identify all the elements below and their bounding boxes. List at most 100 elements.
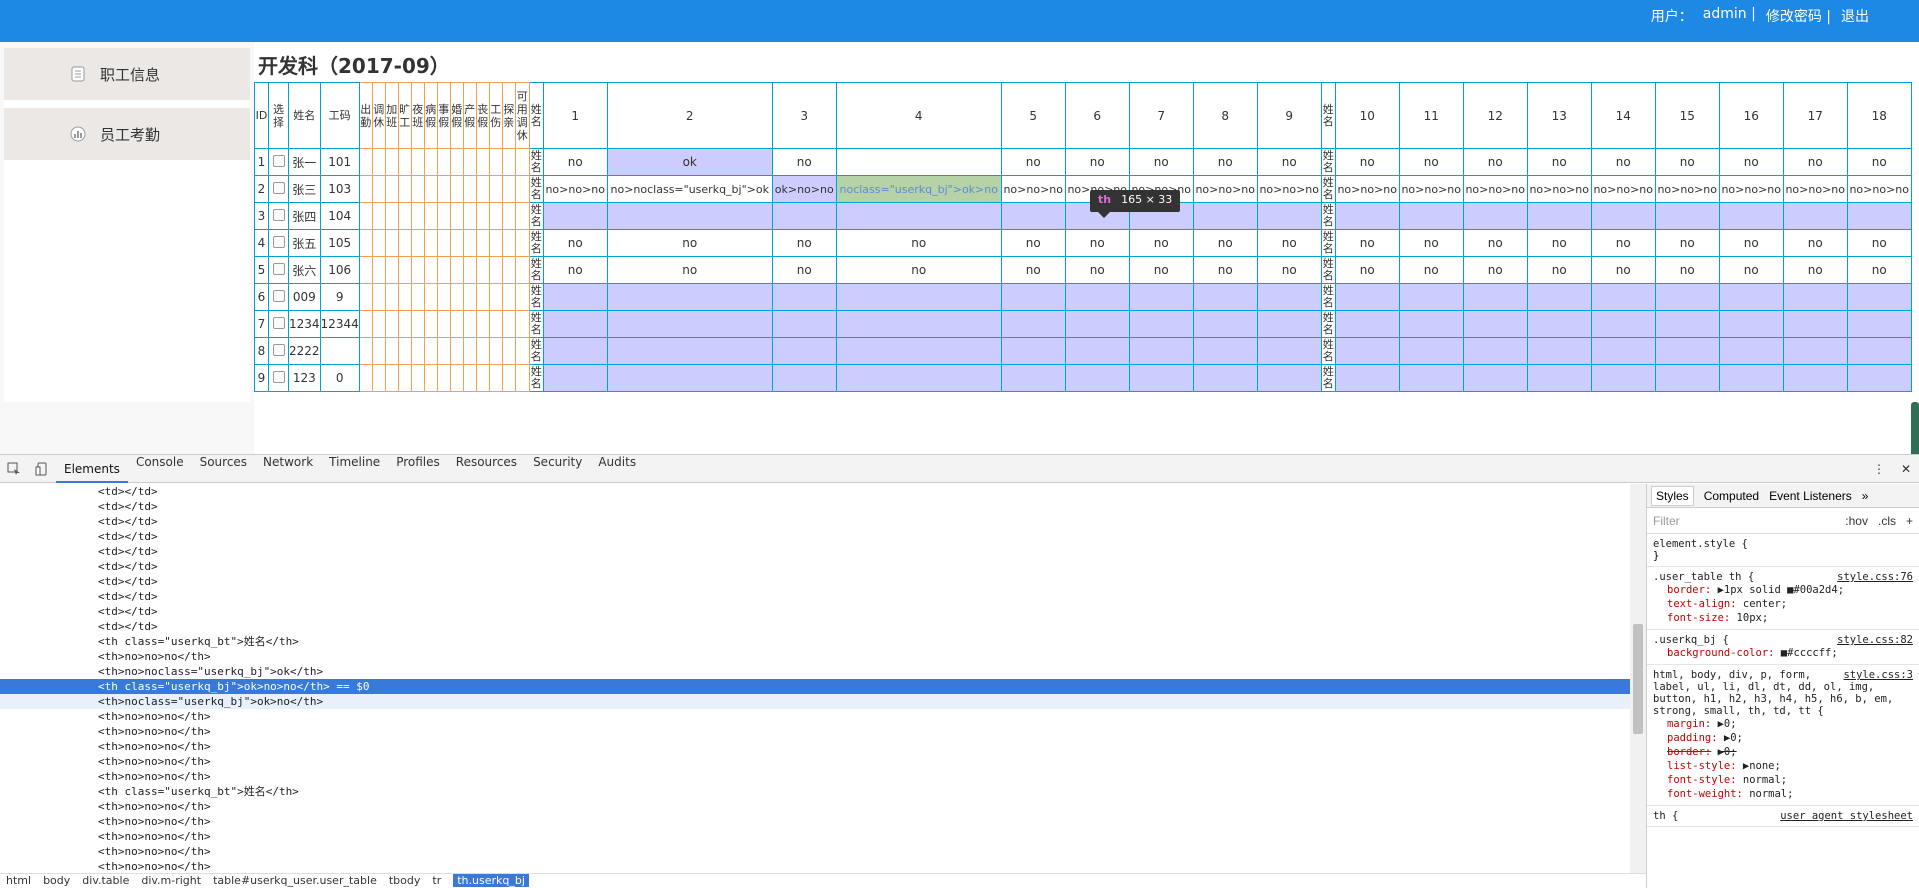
row-checkbox[interactable] xyxy=(272,208,285,221)
day-cell[interactable] xyxy=(606,283,773,311)
day-cell[interactable] xyxy=(1256,202,1322,230)
rule-source-link[interactable]: style.css:3 xyxy=(1843,669,1913,681)
day-cell[interactable] xyxy=(1000,364,1066,392)
logout-link[interactable]: 退出 xyxy=(1841,6,1869,26)
day-cell[interactable]: no>no>no xyxy=(1718,175,1784,203)
day-cell[interactable] xyxy=(542,337,608,365)
dom-node-line[interactable]: <th>no>no>no</th> xyxy=(0,769,1630,784)
dom-node-line[interactable]: <th>no>no>no</th> xyxy=(0,724,1630,739)
day-cell[interactable] xyxy=(1256,337,1322,365)
day-cell[interactable] xyxy=(1654,202,1720,230)
day-cell[interactable] xyxy=(1064,283,1130,311)
scrollbar-thumb[interactable] xyxy=(1633,624,1643,734)
dom-node-line[interactable]: <th>no>no>no</th> xyxy=(0,844,1630,859)
sidebar-item-staff-info[interactable]: 职工信息 xyxy=(4,48,250,100)
day-cell[interactable] xyxy=(1398,337,1464,365)
day-cell[interactable]: no xyxy=(1398,148,1464,176)
day-cell[interactable]: no xyxy=(1256,229,1322,257)
css-property[interactable]: padding: ▶0; xyxy=(1653,731,1913,745)
day-cell[interactable]: no>no>no xyxy=(542,175,608,203)
day-cell[interactable] xyxy=(1064,337,1130,365)
day-cell[interactable]: no xyxy=(1192,256,1258,284)
day-cell[interactable] xyxy=(1590,364,1656,392)
day-cell[interactable]: no xyxy=(771,148,837,176)
dom-node-line[interactable]: <td></td> xyxy=(0,574,1630,589)
sidebar-item-attendance[interactable]: 员工考勤 xyxy=(4,108,250,160)
day-cell[interactable] xyxy=(542,283,608,311)
row-checkbox[interactable] xyxy=(272,235,285,248)
day-cell[interactable]: no xyxy=(1526,256,1592,284)
day-cell[interactable]: no xyxy=(1128,256,1194,284)
tab-resources[interactable]: Resources xyxy=(448,455,525,483)
dom-node-line[interactable]: <td></td> xyxy=(0,619,1630,634)
dom-node-line[interactable]: <td></td> xyxy=(0,559,1630,574)
day-cell[interactable]: no xyxy=(1462,229,1528,257)
day-cell[interactable]: no xyxy=(1526,148,1592,176)
day-cell[interactable]: no xyxy=(1590,148,1656,176)
day-cell[interactable] xyxy=(1000,202,1066,230)
dom-node-line[interactable]: <td></td> xyxy=(0,499,1630,514)
day-cell[interactable]: no xyxy=(835,229,1002,257)
day-cell[interactable] xyxy=(1782,283,1848,311)
day-cell[interactable] xyxy=(1334,337,1400,365)
css-property[interactable]: font-style: normal; xyxy=(1653,773,1913,787)
day-cell[interactable]: no xyxy=(1590,256,1656,284)
day-cell[interactable]: no xyxy=(1128,229,1194,257)
day-cell[interactable] xyxy=(1398,283,1464,311)
day-cell[interactable]: noclass="userkq_bj">ok>no xyxy=(835,175,1002,203)
day-cell[interactable] xyxy=(1462,310,1528,338)
day-cell[interactable] xyxy=(1192,337,1258,365)
day-cell[interactable]: no xyxy=(1192,148,1258,176)
day-cell[interactable] xyxy=(1526,310,1592,338)
dom-node-line[interactable]: <th class="userkq_bj">ok>no>no</th> == $… xyxy=(0,679,1630,694)
day-cell[interactable] xyxy=(1846,364,1912,392)
row-checkbox[interactable] xyxy=(272,343,285,356)
day-cell[interactable] xyxy=(771,202,837,230)
day-cell[interactable] xyxy=(606,337,773,365)
tab-network[interactable]: Network xyxy=(255,455,321,483)
day-cell[interactable]: no xyxy=(1064,229,1130,257)
day-cell[interactable]: no xyxy=(1334,148,1400,176)
breadcrumb-item[interactable]: html xyxy=(6,874,31,887)
day-cell[interactable] xyxy=(1064,364,1130,392)
day-cell[interactable] xyxy=(835,202,1002,230)
more-icon[interactable]: ⋮ xyxy=(1873,462,1885,476)
day-cell[interactable]: no>no>no xyxy=(1000,175,1066,203)
day-cell[interactable] xyxy=(835,310,1002,338)
dom-node-line[interactable]: <td></td> xyxy=(0,514,1630,529)
day-cell[interactable] xyxy=(1192,364,1258,392)
day-cell[interactable] xyxy=(1526,337,1592,365)
day-cell[interactable]: no xyxy=(1256,148,1322,176)
tab-timeline[interactable]: Timeline xyxy=(321,455,388,483)
day-cell[interactable] xyxy=(1256,310,1322,338)
css-property[interactable]: border: ▶1px solid ■#00a2d4; xyxy=(1653,583,1913,597)
day-cell[interactable]: no>no>no xyxy=(1398,175,1464,203)
day-cell[interactable] xyxy=(1846,283,1912,311)
day-cell[interactable]: no xyxy=(1398,256,1464,284)
day-cell[interactable] xyxy=(1128,337,1194,365)
day-cell[interactable]: no>no>no xyxy=(1782,175,1848,203)
day-cell[interactable] xyxy=(1718,337,1784,365)
elements-scrollbar[interactable] xyxy=(1630,484,1646,876)
day-cell[interactable]: no>no>no xyxy=(1846,175,1912,203)
day-cell[interactable]: no xyxy=(1590,229,1656,257)
day-cell[interactable] xyxy=(835,283,1002,311)
day-cell[interactable] xyxy=(771,337,837,365)
day-cell[interactable]: no xyxy=(835,256,1002,284)
row-checkbox[interactable] xyxy=(272,289,285,302)
hov-toggle[interactable]: :hov xyxy=(1845,514,1868,528)
dom-node-line[interactable]: <th>no>no>no</th> xyxy=(0,829,1630,844)
dom-node-line[interactable]: <th class="userkq_bt">姓名</th> xyxy=(0,784,1630,799)
breadcrumb-item[interactable]: table#userkq_user.user_table xyxy=(213,874,377,887)
dom-node-line[interactable]: <td></td> xyxy=(0,544,1630,559)
change-password-link[interactable]: 修改密码 | xyxy=(1766,6,1831,26)
dom-node-line[interactable]: <th>no>no>no</th> xyxy=(0,814,1630,829)
day-cell[interactable] xyxy=(1192,283,1258,311)
styles-tab[interactable]: Styles xyxy=(1651,485,1694,506)
inspect-icon[interactable] xyxy=(6,461,22,477)
styles-tab[interactable]: » xyxy=(1862,489,1869,503)
day-cell[interactable]: no xyxy=(1462,256,1528,284)
day-cell[interactable] xyxy=(1334,310,1400,338)
row-checkbox[interactable] xyxy=(272,316,285,329)
day-cell[interactable] xyxy=(835,337,1002,365)
